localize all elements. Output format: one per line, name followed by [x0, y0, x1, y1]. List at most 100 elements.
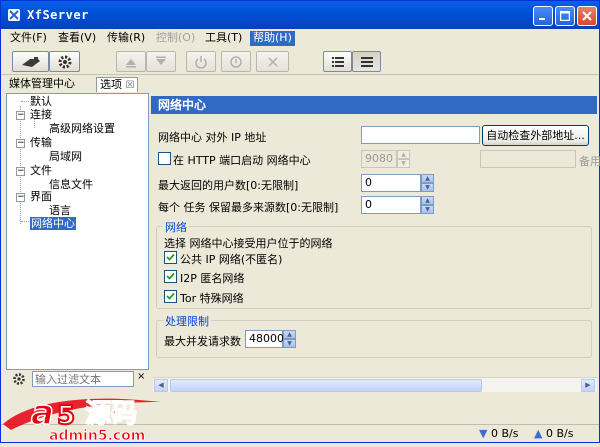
- upload-speed: ▲ 0 B/s: [534, 427, 574, 440]
- scroll-right-icon[interactable]: ▶: [581, 379, 595, 392]
- auto-check-button[interactable]: 自动检查外部地址...: [482, 125, 589, 146]
- spin-down-icon[interactable]: ▼: [421, 183, 434, 192]
- plug-icon: [21, 56, 40, 67]
- spin-down-icon[interactable]: ▼: [397, 159, 410, 168]
- logo-a: a: [31, 393, 54, 433]
- tree-expander-transfer[interactable]: −: [16, 139, 25, 148]
- menu-control[interactable]: 控制(O): [153, 31, 198, 46]
- i2p-checkbox[interactable]: [164, 270, 177, 283]
- i2p-label: I2P 匿名网络: [180, 272, 245, 285]
- settings-button[interactable]: [49, 51, 80, 72]
- menu-tools[interactable]: 工具(T): [202, 31, 245, 46]
- http-port-spinner[interactable]: ▲ ▼: [397, 150, 410, 168]
- filter-input[interactable]: [32, 371, 134, 387]
- backup-label: 备用: [579, 155, 600, 168]
- spin-up-icon[interactable]: ▲: [397, 150, 410, 159]
- tree-expander-connection[interactable]: −: [16, 111, 25, 120]
- cancel-button[interactable]: [256, 51, 289, 72]
- max-users-spinner[interactable]: ▲ ▼: [421, 174, 434, 192]
- external-ip-input[interactable]: [361, 126, 480, 144]
- tab-options-label: 选项: [100, 78, 122, 91]
- tree-expander-file[interactable]: −: [16, 167, 25, 176]
- upload-arrow-icon: ▲: [534, 427, 543, 440]
- external-ip-label: 网络中心 对外 IP 地址: [158, 131, 267, 144]
- max-users-input[interactable]: 0: [361, 174, 421, 192]
- menu-view[interactable]: 查看(V): [55, 31, 99, 46]
- minimize-icon: [539, 18, 545, 20]
- list-icon: [331, 56, 344, 67]
- admin5-watermark-logo: a 5 源码 admin5.com: [1, 386, 171, 444]
- power-icon: [195, 55, 207, 69]
- http-start-label: 在 HTTP 端口启动 网络中心: [173, 154, 311, 167]
- tor-label: Tor 特殊网络: [180, 292, 244, 305]
- download-arrow-icon: ▼: [479, 427, 488, 440]
- public-ip-label: 公共 IP 网络(不匿名): [180, 253, 283, 266]
- max-requests-spinner[interactable]: ▲ ▼: [283, 330, 296, 348]
- toolbar: [1, 47, 599, 75]
- move-down-button[interactable]: [146, 51, 176, 72]
- menu-file[interactable]: 文件(F): [7, 31, 50, 46]
- max-users-label: 最大返回的用户数[0:无限制]: [158, 179, 299, 192]
- max-sources-input[interactable]: 0: [361, 196, 421, 214]
- left-tab-strip: 媒体管理中心 选项 ☒: [1, 76, 151, 92]
- http-port-input[interactable]: 9080: [361, 150, 397, 168]
- spin-down-icon[interactable]: ▼: [283, 339, 296, 348]
- close-icon: [582, 11, 592, 21]
- filter-row: ×: [6, 371, 149, 387]
- clear-filter-icon[interactable]: ×: [137, 371, 145, 382]
- spin-up-icon[interactable]: ▲: [421, 174, 434, 183]
- max-sources-spinner[interactable]: ▲ ▼: [421, 196, 434, 214]
- maximize-button[interactable]: [555, 6, 575, 26]
- window-title: XfServer: [27, 8, 89, 22]
- checkmark-icon: [166, 272, 175, 280]
- scroll-thumb[interactable]: [170, 379, 482, 392]
- main-window: XfServer 文件(F) 查看(V) 传输(R) 控制(O) 工具(T) 帮…: [0, 0, 600, 444]
- detail-view-button[interactable]: [352, 51, 381, 72]
- network-center-panel: 网络中心 网络中心 对外 IP 地址 自动检查外部地址... 在 HTTP 端口…: [151, 93, 600, 392]
- spin-up-icon[interactable]: ▲: [283, 330, 296, 339]
- public-ip-checkbox[interactable]: [164, 251, 177, 264]
- checkmark-icon: [166, 253, 175, 261]
- gear-icon: [58, 55, 71, 68]
- connect-button[interactable]: [12, 51, 49, 72]
- stop-button[interactable]: [221, 51, 251, 72]
- watermark-graphic: a 5 源码 admin5.com: [3, 392, 161, 444]
- list-view-button[interactable]: [323, 51, 352, 72]
- network-group-title: 网络: [163, 219, 189, 235]
- logo-5: 5: [57, 401, 75, 431]
- gear-icon[interactable]: [12, 372, 26, 386]
- backup-port-input[interactable]: [480, 150, 576, 168]
- move-up-button[interactable]: [116, 51, 146, 72]
- limits-group-title: 处理限制: [163, 313, 211, 329]
- title-bar[interactable]: XfServer: [1, 1, 599, 29]
- tab-media-center[interactable]: 媒体管理中心: [6, 77, 78, 92]
- max-requests-input[interactable]: 48000: [245, 330, 284, 348]
- maximize-icon: [559, 10, 571, 22]
- tab-close-icon[interactable]: ☒: [126, 80, 135, 91]
- tree-guide-line: [21, 101, 29, 102]
- download-speed: ▼ 0 B/s: [479, 427, 519, 440]
- horizontal-scrollbar[interactable]: ◀ ▶: [153, 377, 597, 392]
- close-button[interactable]: [577, 6, 597, 26]
- spin-down-icon[interactable]: ▼: [421, 205, 434, 214]
- app-icon: [8, 9, 20, 21]
- arrow-up-icon: [126, 58, 136, 67]
- logo-cn: 源码: [85, 399, 137, 429]
- tab-options[interactable]: 选项 ☒: [96, 77, 139, 92]
- http-start-checkbox[interactable]: [158, 152, 171, 165]
- tree-expander-interface[interactable]: −: [16, 193, 25, 202]
- minimize-button[interactable]: [533, 6, 553, 26]
- menu-bar: 文件(F) 查看(V) 传输(R) 控制(O) 工具(T) 帮助(H): [1, 29, 599, 47]
- checkmark-icon: [166, 292, 175, 300]
- tor-checkbox[interactable]: [164, 290, 177, 303]
- arrow-down-icon: [156, 56, 166, 65]
- tree-guide-line: [21, 221, 29, 222]
- power-button[interactable]: [186, 51, 216, 72]
- network-description: 选择 网络中心接受用户位于的网络: [164, 237, 333, 250]
- logo-url: admin5.com: [49, 428, 145, 444]
- menu-transfer[interactable]: 传输(R): [104, 31, 148, 46]
- menu-help[interactable]: 帮助(H): [250, 31, 295, 46]
- detail-list-icon: [360, 56, 373, 67]
- stop-icon: [230, 55, 242, 68]
- spin-up-icon[interactable]: ▲: [421, 196, 434, 205]
